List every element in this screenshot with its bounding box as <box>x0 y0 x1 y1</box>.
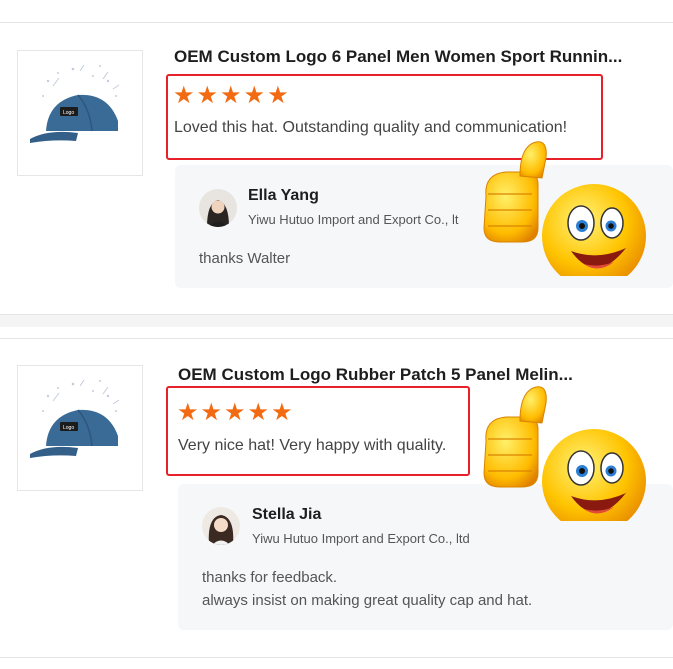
review-comment: Loved this hat. Outstanding quality and … <box>174 119 568 136</box>
seller-company: Yiwu Hutuo Import and Export Co., ltd <box>252 531 470 546</box>
cap-image: Logo <box>30 379 120 458</box>
star-rating: ★★★★★ <box>177 399 295 426</box>
svg-text:Logo: Logo <box>63 110 74 116</box>
seller-company: Yiwu Hutuo Import and Export Co., lt <box>248 212 459 227</box>
divider <box>0 22 673 23</box>
seller-name: Ella Yang <box>248 187 319 204</box>
product-thumbnail[interactable]: Logo <box>17 50 143 176</box>
product-thumbnail[interactable]: Logo <box>17 365 143 491</box>
product-title[interactable]: OEM Custom Logo 6 Panel Men Women Sport … <box>174 47 622 67</box>
divider <box>0 338 673 339</box>
reply-line: always insist on making great quality ca… <box>202 592 533 609</box>
review-comment: Very nice hat! Very happy with quality. <box>178 437 447 454</box>
cap-image: Logo <box>30 64 120 143</box>
seller-avatar <box>199 189 237 227</box>
reply-line: thanks Walter <box>199 250 291 267</box>
thumbs-up-smiley-icon <box>483 386 646 521</box>
reply-line: thanks for feedback. <box>202 569 338 586</box>
previous-review-cutoff <box>0 0 673 8</box>
seller-name: Stella Jia <box>252 506 322 523</box>
section-gap <box>0 315 673 327</box>
divider <box>0 657 673 658</box>
svg-text:Logo: Logo <box>63 425 74 431</box>
seller-avatar <box>202 507 240 545</box>
star-rating: ★★★★★ <box>173 82 291 109</box>
thumbs-up-smiley-icon <box>483 141 646 276</box>
